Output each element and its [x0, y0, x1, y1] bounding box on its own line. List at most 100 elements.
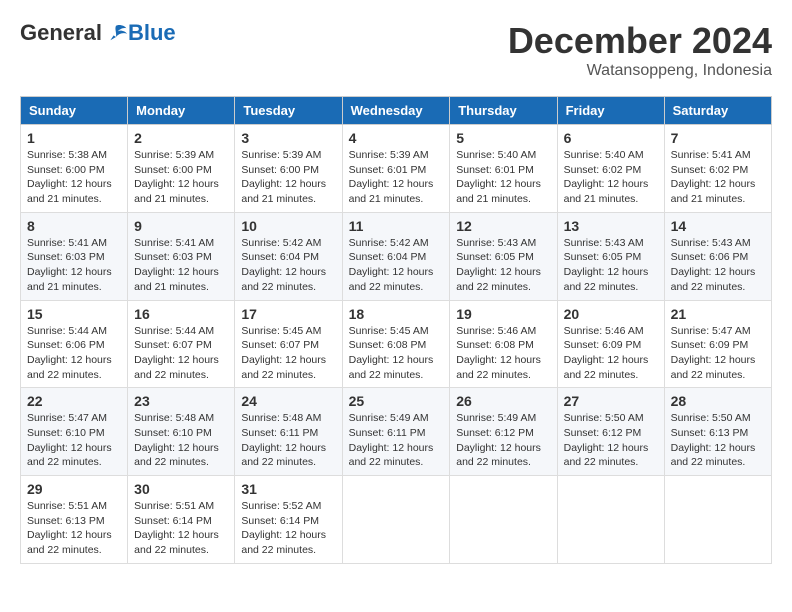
day-number: 13 — [564, 218, 658, 234]
calendar-cell: 9 Sunrise: 5:41 AMSunset: 6:03 PMDayligh… — [128, 212, 235, 300]
day-number: 26 — [456, 393, 550, 409]
page-header: General Blue December 2024 Watansoppeng,… — [20, 20, 772, 80]
calendar-cell: 24 Sunrise: 5:48 AMSunset: 6:11 PMDaylig… — [235, 388, 342, 476]
day-info: Sunrise: 5:42 AMSunset: 6:04 PMDaylight:… — [241, 237, 326, 293]
column-header-thursday: Thursday — [450, 97, 557, 125]
day-number: 21 — [671, 306, 765, 322]
day-info: Sunrise: 5:51 AMSunset: 6:13 PMDaylight:… — [27, 500, 112, 556]
column-header-tuesday: Tuesday — [235, 97, 342, 125]
day-number: 16 — [134, 306, 228, 322]
calendar-cell: 31 Sunrise: 5:52 AMSunset: 6:14 PMDaylig… — [235, 476, 342, 564]
day-info: Sunrise: 5:46 AMSunset: 6:09 PMDaylight:… — [564, 325, 649, 381]
day-info: Sunrise: 5:50 AMSunset: 6:13 PMDaylight:… — [671, 412, 756, 468]
calendar-cell: 18 Sunrise: 5:45 AMSunset: 6:08 PMDaylig… — [342, 300, 450, 388]
day-info: Sunrise: 5:44 AMSunset: 6:07 PMDaylight:… — [134, 325, 219, 381]
calendar-cell: 1 Sunrise: 5:38 AMSunset: 6:00 PMDayligh… — [21, 125, 128, 213]
day-info: Sunrise: 5:40 AMSunset: 6:01 PMDaylight:… — [456, 149, 541, 205]
day-info: Sunrise: 5:38 AMSunset: 6:00 PMDaylight:… — [27, 149, 112, 205]
column-header-saturday: Saturday — [664, 97, 771, 125]
day-info: Sunrise: 5:45 AMSunset: 6:08 PMDaylight:… — [349, 325, 434, 381]
logo-general: General — [20, 20, 102, 46]
day-number: 14 — [671, 218, 765, 234]
day-number: 17 — [241, 306, 335, 322]
calendar-cell: 12 Sunrise: 5:43 AMSunset: 6:05 PMDaylig… — [450, 212, 557, 300]
title-area: December 2024 Watansoppeng, Indonesia — [508, 20, 772, 80]
day-info: Sunrise: 5:39 AMSunset: 6:00 PMDaylight:… — [134, 149, 219, 205]
day-number: 29 — [27, 481, 121, 497]
day-number: 22 — [27, 393, 121, 409]
day-info: Sunrise: 5:48 AMSunset: 6:11 PMDaylight:… — [241, 412, 326, 468]
calendar-cell: 7 Sunrise: 5:41 AMSunset: 6:02 PMDayligh… — [664, 125, 771, 213]
calendar-cell — [450, 476, 557, 564]
calendar-week-row: 1 Sunrise: 5:38 AMSunset: 6:00 PMDayligh… — [21, 125, 772, 213]
calendar-cell: 19 Sunrise: 5:46 AMSunset: 6:08 PMDaylig… — [450, 300, 557, 388]
day-number: 6 — [564, 130, 658, 146]
day-info: Sunrise: 5:47 AMSunset: 6:09 PMDaylight:… — [671, 325, 756, 381]
day-info: Sunrise: 5:50 AMSunset: 6:12 PMDaylight:… — [564, 412, 649, 468]
day-info: Sunrise: 5:40 AMSunset: 6:02 PMDaylight:… — [564, 149, 649, 205]
day-number: 31 — [241, 481, 335, 497]
day-info: Sunrise: 5:44 AMSunset: 6:06 PMDaylight:… — [27, 325, 112, 381]
logo: General Blue — [20, 20, 176, 46]
column-header-friday: Friday — [557, 97, 664, 125]
column-header-sunday: Sunday — [21, 97, 128, 125]
calendar-week-row: 29 Sunrise: 5:51 AMSunset: 6:13 PMDaylig… — [21, 476, 772, 564]
calendar-cell: 10 Sunrise: 5:42 AMSunset: 6:04 PMDaylig… — [235, 212, 342, 300]
calendar-cell: 23 Sunrise: 5:48 AMSunset: 6:10 PMDaylig… — [128, 388, 235, 476]
calendar-cell: 20 Sunrise: 5:46 AMSunset: 6:09 PMDaylig… — [557, 300, 664, 388]
day-number: 10 — [241, 218, 335, 234]
day-info: Sunrise: 5:43 AMSunset: 6:05 PMDaylight:… — [456, 237, 541, 293]
month-title: December 2024 — [508, 20, 772, 62]
calendar-cell: 8 Sunrise: 5:41 AMSunset: 6:03 PMDayligh… — [21, 212, 128, 300]
logo-text: General Blue — [20, 20, 176, 46]
calendar-cell: 11 Sunrise: 5:42 AMSunset: 6:04 PMDaylig… — [342, 212, 450, 300]
calendar-cell: 25 Sunrise: 5:49 AMSunset: 6:11 PMDaylig… — [342, 388, 450, 476]
day-number: 9 — [134, 218, 228, 234]
calendar-cell: 21 Sunrise: 5:47 AMSunset: 6:09 PMDaylig… — [664, 300, 771, 388]
day-info: Sunrise: 5:47 AMSunset: 6:10 PMDaylight:… — [27, 412, 112, 468]
calendar-cell: 26 Sunrise: 5:49 AMSunset: 6:12 PMDaylig… — [450, 388, 557, 476]
day-number: 24 — [241, 393, 335, 409]
day-number: 25 — [349, 393, 444, 409]
calendar-cell: 22 Sunrise: 5:47 AMSunset: 6:10 PMDaylig… — [21, 388, 128, 476]
day-number: 2 — [134, 130, 228, 146]
calendar-week-row: 15 Sunrise: 5:44 AMSunset: 6:06 PMDaylig… — [21, 300, 772, 388]
calendar-cell: 3 Sunrise: 5:39 AMSunset: 6:00 PMDayligh… — [235, 125, 342, 213]
calendar-cell: 17 Sunrise: 5:45 AMSunset: 6:07 PMDaylig… — [235, 300, 342, 388]
calendar-cell: 27 Sunrise: 5:50 AMSunset: 6:12 PMDaylig… — [557, 388, 664, 476]
calendar-cell — [557, 476, 664, 564]
day-info: Sunrise: 5:49 AMSunset: 6:11 PMDaylight:… — [349, 412, 434, 468]
column-header-monday: Monday — [128, 97, 235, 125]
calendar-cell: 4 Sunrise: 5:39 AMSunset: 6:01 PMDayligh… — [342, 125, 450, 213]
location: Watansoppeng, Indonesia — [508, 62, 772, 80]
day-number: 19 — [456, 306, 550, 322]
day-number: 8 — [27, 218, 121, 234]
day-info: Sunrise: 5:45 AMSunset: 6:07 PMDaylight:… — [241, 325, 326, 381]
day-info: Sunrise: 5:52 AMSunset: 6:14 PMDaylight:… — [241, 500, 326, 556]
day-info: Sunrise: 5:41 AMSunset: 6:03 PMDaylight:… — [27, 237, 112, 293]
calendar-cell: 28 Sunrise: 5:50 AMSunset: 6:13 PMDaylig… — [664, 388, 771, 476]
calendar-cell — [342, 476, 450, 564]
day-info: Sunrise: 5:41 AMSunset: 6:02 PMDaylight:… — [671, 149, 756, 205]
day-number: 15 — [27, 306, 121, 322]
calendar-cell: 14 Sunrise: 5:43 AMSunset: 6:06 PMDaylig… — [664, 212, 771, 300]
day-info: Sunrise: 5:48 AMSunset: 6:10 PMDaylight:… — [134, 412, 219, 468]
calendar-cell — [664, 476, 771, 564]
calendar-cell: 5 Sunrise: 5:40 AMSunset: 6:01 PMDayligh… — [450, 125, 557, 213]
day-number: 27 — [564, 393, 658, 409]
day-number: 4 — [349, 130, 444, 146]
calendar-header-row: SundayMondayTuesdayWednesdayThursdayFrid… — [21, 97, 772, 125]
column-header-wednesday: Wednesday — [342, 97, 450, 125]
day-number: 20 — [564, 306, 658, 322]
calendar-cell: 29 Sunrise: 5:51 AMSunset: 6:13 PMDaylig… — [21, 476, 128, 564]
calendar-cell: 30 Sunrise: 5:51 AMSunset: 6:14 PMDaylig… — [128, 476, 235, 564]
day-number: 11 — [349, 218, 444, 234]
calendar-table: SundayMondayTuesdayWednesdayThursdayFrid… — [20, 96, 772, 564]
calendar-cell: 6 Sunrise: 5:40 AMSunset: 6:02 PMDayligh… — [557, 125, 664, 213]
day-number: 28 — [671, 393, 765, 409]
day-info: Sunrise: 5:43 AMSunset: 6:05 PMDaylight:… — [564, 237, 649, 293]
day-number: 5 — [456, 130, 550, 146]
logo-blue: Blue — [128, 20, 176, 46]
day-number: 7 — [671, 130, 765, 146]
day-info: Sunrise: 5:51 AMSunset: 6:14 PMDaylight:… — [134, 500, 219, 556]
